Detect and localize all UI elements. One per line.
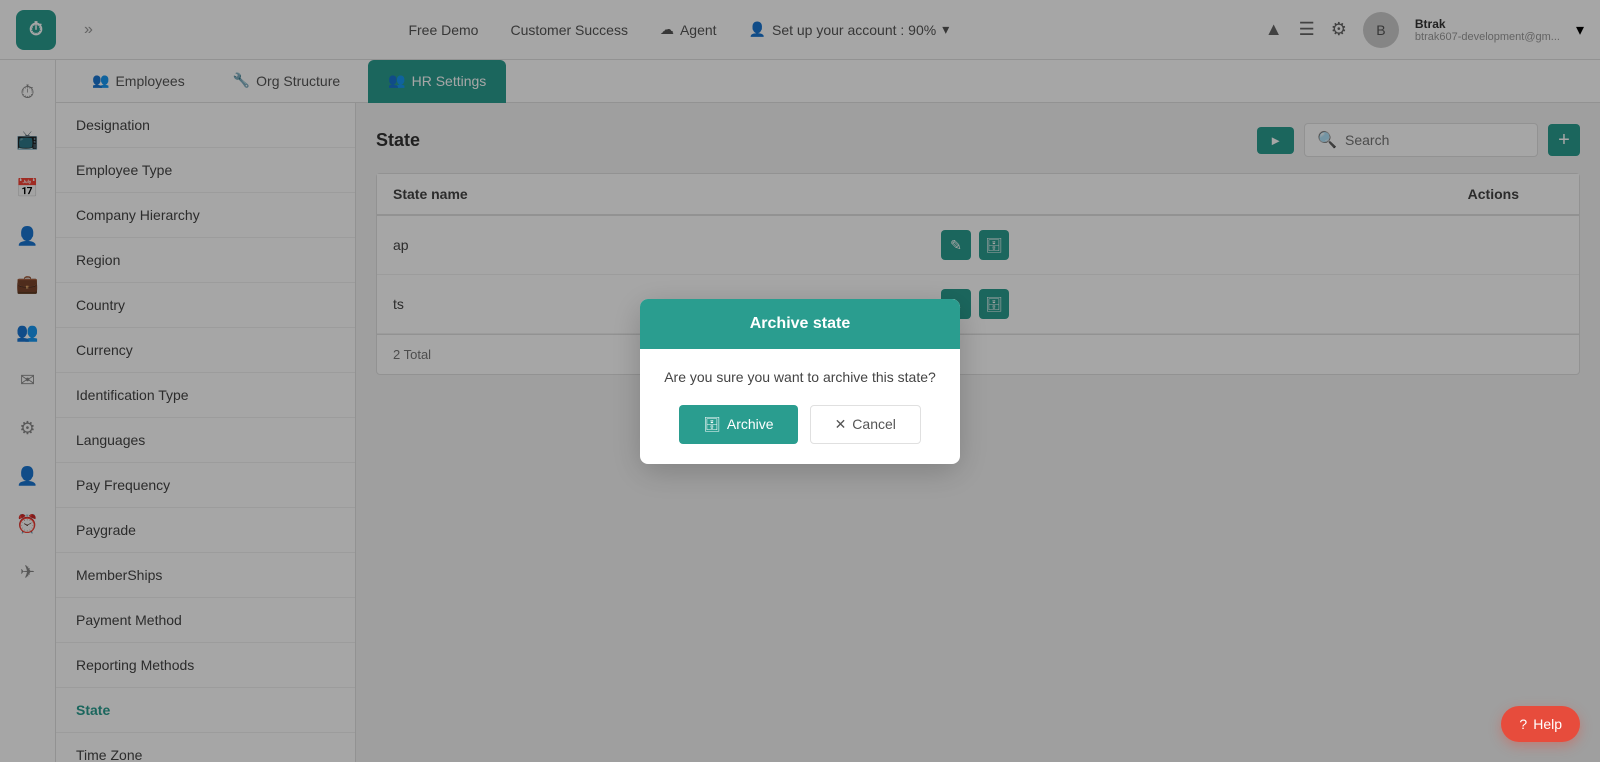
modal-body: Are you sure you want to archive this st… <box>640 349 960 405</box>
archive-icon: 🗄 <box>703 416 721 433</box>
modal-header: Archive state <box>640 299 960 349</box>
modal-actions: 🗄 Archive ✕ Cancel <box>640 405 960 464</box>
help-icon: ? <box>1519 716 1527 732</box>
modal-overlay[interactable]: Archive state Are you sure you want to a… <box>0 0 1600 762</box>
modal-archive-button[interactable]: 🗄 Archive <box>679 405 797 444</box>
close-icon: ✕ <box>835 416 847 433</box>
modal-cancel-button[interactable]: ✕ Cancel <box>810 405 921 444</box>
archive-modal: Archive state Are you sure you want to a… <box>640 299 960 464</box>
help-button[interactable]: ? Help <box>1501 706 1580 742</box>
